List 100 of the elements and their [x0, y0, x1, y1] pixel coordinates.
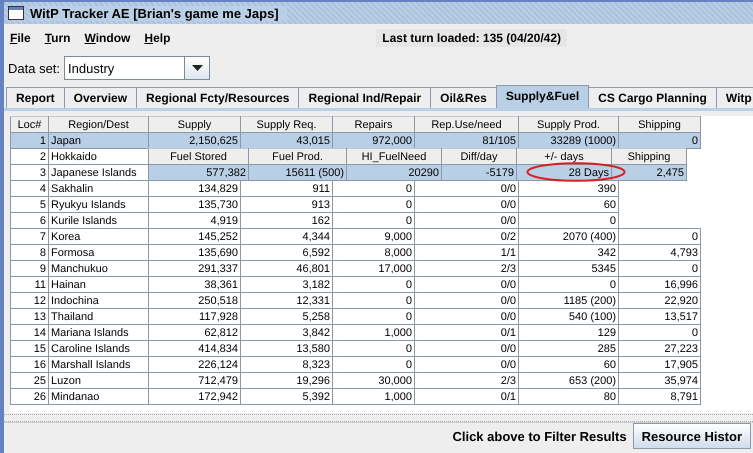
table-cell: 285	[518, 340, 618, 356]
table-cell: 33289 (1000)	[518, 132, 618, 148]
status-text: Last turn loaded: 135 (04/20/42)	[376, 29, 567, 47]
table-cell: 540 (100)	[518, 308, 618, 324]
filter-hint: Click above to Filter Results	[452, 428, 627, 444]
column-header[interactable]: Fuel Prod.	[248, 148, 346, 164]
table-cell: 4,919	[148, 212, 240, 228]
table-cell: 20290	[346, 164, 442, 180]
table-cell: 135,690	[148, 244, 240, 260]
table-cell: 117,928	[148, 308, 240, 324]
table-cell: 80	[518, 388, 618, 404]
table-cell: 2,150,625	[148, 132, 240, 148]
table-cell: 342	[518, 244, 618, 260]
table-cell: 5345	[518, 260, 618, 276]
table-cell: 0/0	[414, 292, 518, 308]
table-cell: 653 (200)	[518, 372, 618, 388]
table-cell: Indochina	[48, 292, 148, 308]
table-cell: 291,337	[148, 260, 240, 276]
table-cell: 0/1	[414, 324, 518, 340]
table-cell: Mariana Islands	[48, 324, 148, 340]
table-cell: 414,834	[148, 340, 240, 356]
tab[interactable]: Report	[6, 87, 65, 108]
table-cell: 577,382	[148, 164, 248, 180]
table-cell: 13,580	[240, 340, 332, 356]
table-cell: 12,331	[240, 292, 332, 308]
table-cell: 0/2	[414, 228, 518, 244]
table-cell: 0	[618, 260, 700, 276]
table-cell: Marshall Islands	[48, 356, 148, 372]
table-cell: 27,223	[618, 340, 700, 356]
column-header[interactable]: Supply Prod.	[518, 116, 618, 132]
table-cell: 22,920	[618, 292, 700, 308]
table-cell: 13,517	[618, 308, 700, 324]
dataset-label: Data set:	[8, 60, 60, 76]
table-cell: 0/0	[414, 196, 518, 212]
table-cell: Japan	[48, 132, 148, 148]
menu-item[interactable]: Help	[144, 31, 170, 45]
table-cell: 0	[332, 308, 414, 324]
table-cell: 62,812	[148, 324, 240, 340]
column-header[interactable]: Loc#	[10, 116, 48, 132]
split-pane-divider[interactable]	[4, 414, 753, 422]
table-cell: Korea	[48, 228, 148, 244]
table-cell: 0/0	[414, 212, 518, 228]
table-cell: 6	[10, 212, 48, 228]
column-header[interactable]: Diff/day	[442, 148, 516, 164]
table-cell: 0	[332, 196, 414, 212]
table-cell: 7	[10, 228, 48, 244]
menu-item[interactable]: File	[10, 31, 31, 45]
table-cell: 4,793	[618, 244, 700, 260]
table-cell: 16	[10, 356, 48, 372]
column-header[interactable]: Supply Req.	[240, 116, 332, 132]
table-cell: 226,124	[148, 356, 240, 372]
menu-item[interactable]: Turn	[44, 31, 70, 45]
table-cell: 2070 (400)	[518, 228, 618, 244]
table-cell: 5,258	[240, 308, 332, 324]
table-cell: 0	[518, 276, 618, 292]
history-button[interactable]: Resource Histor	[632, 423, 751, 449]
menu-item[interactable]: Window	[84, 31, 130, 45]
table-cell: 60	[518, 356, 618, 372]
table-cell: 1	[10, 132, 48, 148]
column-header[interactable]: Region/Dest	[48, 116, 148, 132]
table-cell: 14	[10, 324, 48, 340]
table-cell: 4,344	[240, 228, 332, 244]
table-cell: 43,015	[240, 132, 332, 148]
table-cell: 3	[10, 164, 48, 180]
column-header[interactable]: Repairs	[332, 116, 414, 132]
window-title: WitP Tracker AE [Brian's game me Japs]	[30, 6, 287, 20]
table-cell: 16,996	[618, 276, 700, 292]
column-header[interactable]: +/- days	[516, 148, 612, 164]
table-cell: 17,000	[332, 260, 414, 276]
table-cell: 0	[332, 276, 414, 292]
table-cell: 9,000	[332, 228, 414, 244]
table-cell: 0	[618, 324, 700, 340]
table-cell: 2/3	[414, 260, 518, 276]
table-cell: 1,000	[332, 324, 414, 340]
table-cell: 0	[518, 212, 618, 228]
table-cell: 0/0	[414, 356, 518, 372]
dataset-dropdown[interactable]: Industry	[64, 56, 210, 80]
column-header[interactable]: Shipping	[618, 116, 700, 132]
table-cell: 0	[618, 228, 700, 244]
table-cell: 172,942	[148, 388, 240, 404]
table-cell: Kurile Islands	[48, 212, 148, 228]
table-cell: 17,905	[618, 356, 700, 372]
table-cell: Thailand	[48, 308, 148, 324]
column-header[interactable]: HI_FuelNeed	[346, 148, 442, 164]
table-cell: 0/0	[414, 340, 518, 356]
table-cell: 15611 (500)	[248, 164, 346, 180]
dropdown-arrow-icon	[192, 65, 203, 71]
table-cell: 3,182	[240, 276, 332, 292]
tab[interactable]: Supply&Fuel	[496, 85, 590, 108]
table-cell: 19,296	[240, 372, 332, 388]
table-cell: 8,000	[332, 244, 414, 260]
table-cell: 12	[10, 292, 48, 308]
table-cell: 9	[10, 260, 48, 276]
column-header[interactable]: Rep.Use/need	[414, 116, 518, 132]
table-cell: 972,000	[332, 132, 414, 148]
column-header[interactable]: Shipping	[612, 148, 686, 164]
column-header[interactable]: Fuel Stored	[148, 148, 248, 164]
table-cell: 1185 (200)	[518, 292, 618, 308]
table-cell: Ryukyu Islands	[48, 196, 148, 212]
column-header[interactable]: Supply	[148, 116, 240, 132]
